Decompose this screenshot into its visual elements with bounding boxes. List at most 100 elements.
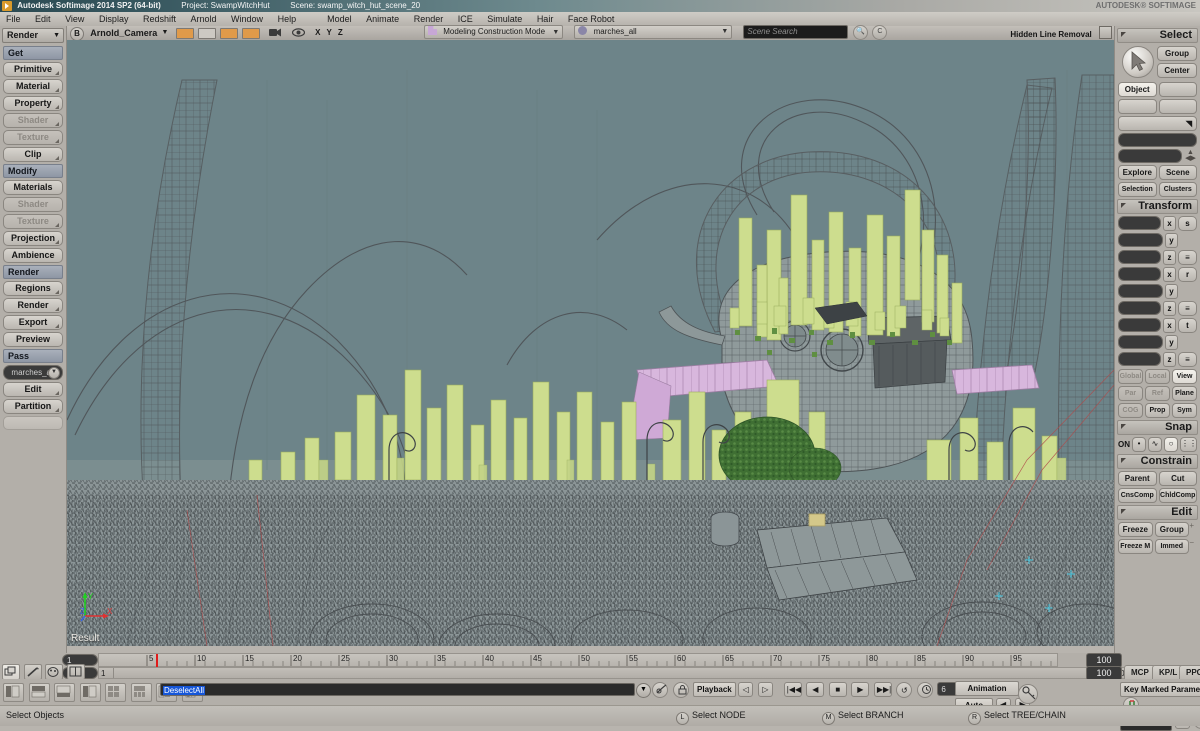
selection-spinner-icon[interactable]: ▲ ◀▶ <box>1184 149 1197 162</box>
construction-mode-dropdown[interactable]: Modeling Construction Mode ▼ <box>424 25 564 39</box>
rotate-z-axis-label[interactable]: z <box>1163 301 1176 316</box>
selected-node-dropdown[interactable]: marches_all ▼ <box>574 25 733 39</box>
rotate-x-field[interactable] <box>1118 267 1161 281</box>
camera-icon[interactable] <box>268 27 282 38</box>
coord-view-button[interactable]: View <box>1172 369 1197 384</box>
snapshot-icon[interactable] <box>652 682 668 698</box>
explore-button[interactable]: Explore <box>1118 165 1157 180</box>
edit-group-button[interactable]: Group <box>1154 522 1189 537</box>
scale-y-field[interactable] <box>1118 233 1163 247</box>
button-preview[interactable]: Preview <box>3 332 63 347</box>
maximize-viewport-icon[interactable] <box>1099 26 1112 39</box>
timeline-track[interactable]: 1 100 <box>98 667 1198 679</box>
button-regions[interactable]: Regions <box>3 281 63 296</box>
display-toggle-2[interactable] <box>197 28 216 39</box>
selection-list-field[interactable] <box>1118 149 1182 163</box>
rotate-menu-icon[interactable]: ≡ <box>1178 301 1197 316</box>
button-clip[interactable]: Clip <box>3 147 63 162</box>
edit-immed-button[interactable]: Immed <box>1154 539 1189 554</box>
translate-y-field[interactable] <box>1118 335 1163 349</box>
translate-tool-button[interactable]: t <box>1178 318 1197 333</box>
scale-x-axis-label[interactable]: x <box>1163 216 1176 231</box>
plus-icon[interactable]: + <box>1189 522 1194 530</box>
pencil-icon[interactable] <box>23 664 42 680</box>
scale-menu-icon[interactable]: ≡ <box>1178 250 1197 265</box>
button-partition[interactable]: Partition <box>3 399 63 414</box>
lock-icon[interactable] <box>672 682 689 698</box>
timeline-ruler[interactable]: 5 10 15 20 25 30 35 40 45 50 55 60 65 70… <box>98 653 1058 668</box>
snap-point-icon[interactable]: • <box>1132 437 1146 452</box>
edit-freeze-m-button[interactable]: Freeze M <box>1118 539 1153 554</box>
select-group-button[interactable]: Group <box>1157 46 1197 61</box>
rotate-y-axis-label[interactable]: y <box>1165 284 1178 299</box>
select-center-button[interactable]: Center <box>1157 63 1197 78</box>
panel-header-constrain[interactable]: Constrain <box>1117 454 1198 469</box>
scale-z-axis-label[interactable]: z <box>1163 250 1176 265</box>
selection-name-field[interactable] <box>1118 133 1197 147</box>
button-property[interactable]: Property <box>3 96 63 111</box>
realtime-icon[interactable] <box>916 682 933 698</box>
translate-z-field[interactable] <box>1118 352 1161 366</box>
button-primitive[interactable]: Primitive <box>3 62 63 77</box>
layout-bottom-split-icon[interactable] <box>54 683 76 702</box>
snap-grid-icon[interactable]: ⋮⋮ <box>1180 437 1197 452</box>
key-icon[interactable] <box>1018 684 1038 704</box>
button-texture-modify[interactable]: Texture <box>3 214 63 229</box>
select-empty-button-1[interactable]: . <box>1158 82 1197 97</box>
palette-icon[interactable] <box>45 664 64 680</box>
select-tool-button[interactable] <box>1122 46 1154 78</box>
key-marked-parameters-button[interactable]: Key Marked Parameters <box>1120 682 1200 697</box>
animation-mode-button[interactable]: Animation <box>955 681 1019 696</box>
viewport-letter-badge[interactable]: B <box>70 27 84 41</box>
split-view-icon[interactable] <box>66 664 85 680</box>
button-shader-modify[interactable]: Shader <box>3 197 63 212</box>
scene-button[interactable]: Scene <box>1158 165 1197 180</box>
menu-help[interactable]: Help <box>272 12 303 26</box>
step-forward-small-icon[interactable]: ▷ <box>757 682 773 697</box>
viewport-3d-scene[interactable]: FRONT Y X Z Result <box>67 40 1114 646</box>
loop-icon[interactable]: ↺ <box>896 682 913 698</box>
scale-y-axis-label[interactable]: y <box>1165 233 1178 248</box>
rotate-tool-button[interactable]: r <box>1178 267 1197 282</box>
menu-edit[interactable]: Edit <box>29 12 57 26</box>
layout-quad-icon[interactable] <box>105 683 127 702</box>
goto-end-icon[interactable]: ▶▶| <box>873 682 892 697</box>
play-forward-icon[interactable]: ▶ <box>851 682 870 697</box>
button-materials[interactable]: Materials <box>3 180 63 195</box>
rotate-x-axis-label[interactable]: x <box>1163 267 1176 282</box>
panel-header-snap[interactable]: Snap <box>1117 420 1198 435</box>
translate-x-field[interactable] <box>1118 318 1161 332</box>
pivot-sym-button[interactable]: Sym <box>1172 403 1197 418</box>
scale-tool-button[interactable]: s <box>1178 216 1197 231</box>
minus-icon[interactable]: − <box>1189 539 1194 547</box>
button-pass-edit[interactable]: Edit <box>3 382 63 397</box>
button-shader-get[interactable]: Shader <box>3 113 63 128</box>
display-mode-label[interactable]: Hidden Line Removal <box>1010 30 1091 39</box>
constrain-parent-button[interactable]: Parent <box>1118 471 1157 486</box>
camera-dropdown[interactable]: Arnold_Camera <box>88 26 159 40</box>
refresh-button[interactable]: C <box>872 25 888 40</box>
scene-search-input[interactable]: Scene Search <box>743 25 849 39</box>
rotate-z-field[interactable] <box>1118 301 1161 315</box>
pass-select-dropdown[interactable]: marches_all ▼ <box>3 365 63 380</box>
pivot-prop-button[interactable]: Prop <box>1145 403 1170 418</box>
command-history-dropdown-icon[interactable]: ▼ <box>636 683 651 698</box>
eye-icon[interactable] <box>291 27 305 38</box>
stop-icon[interactable]: ■ <box>828 682 847 697</box>
translate-y-axis-label[interactable]: y <box>1165 335 1178 350</box>
layout-left-split-icon[interactable] <box>79 683 101 702</box>
display-toggle-1[interactable] <box>175 28 194 39</box>
chevron-down-icon[interactable]: ▼ <box>162 26 173 40</box>
button-render[interactable]: Render <box>3 298 63 313</box>
menu-arnold[interactable]: Arnold <box>185 12 223 26</box>
button-projection[interactable]: Projection <box>3 231 63 246</box>
play-backward-icon[interactable]: ◀ <box>806 682 825 697</box>
snap-curve-icon[interactable]: ∿ <box>1148 437 1162 452</box>
timeline-playhead[interactable] <box>156 654 158 668</box>
rotate-y-field[interactable] <box>1118 284 1163 298</box>
pivot-cog-button[interactable]: COG <box>1118 403 1143 418</box>
scale-z-field[interactable] <box>1118 250 1161 264</box>
clusters-button[interactable]: Clusters <box>1158 182 1197 197</box>
tab-ppg[interactable]: PPG <box>1179 665 1200 680</box>
layout-top-split-icon[interactable] <box>28 683 50 702</box>
